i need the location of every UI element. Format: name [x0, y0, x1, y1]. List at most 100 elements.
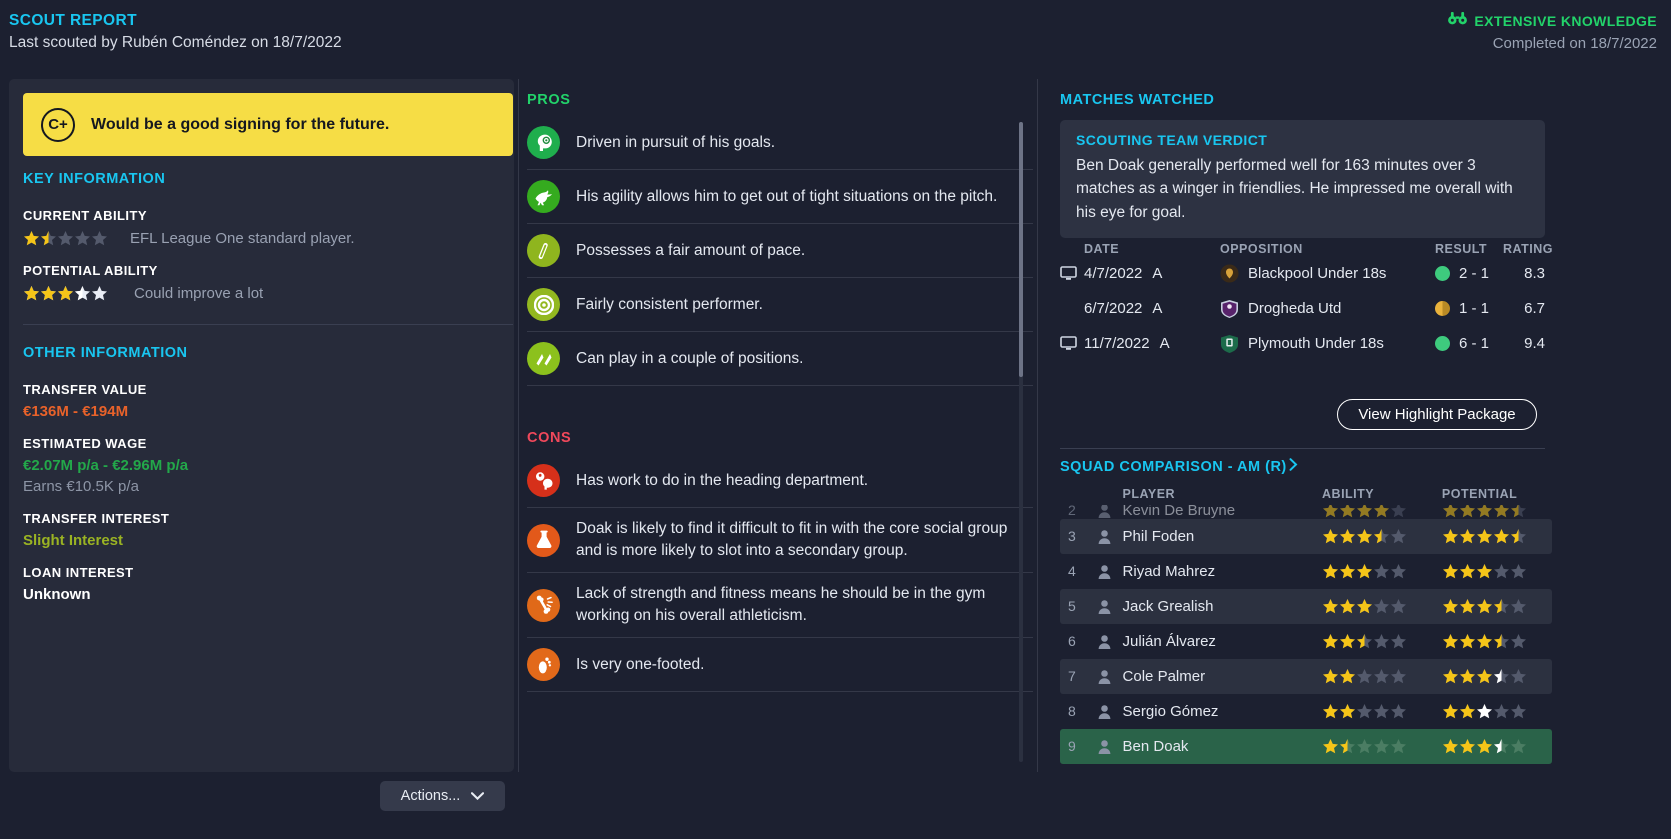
- loan-interest: Unknown: [23, 586, 91, 603]
- pros-list: Driven in pursuit of his goals. His agili…: [527, 116, 1033, 386]
- scouted-by-text: Last scouted by Rubén Coméndez on 18/7/2…: [9, 34, 342, 51]
- player-rank: 9: [1068, 738, 1076, 754]
- column-divider-left: [518, 79, 519, 772]
- star-icon: [1442, 668, 1459, 685]
- star-icon: [1476, 563, 1493, 580]
- actions-button[interactable]: Actions...: [380, 781, 505, 811]
- monitor-icon: [1060, 336, 1077, 351]
- star-icon: [40, 230, 57, 247]
- star-icon: [1476, 633, 1493, 650]
- potential-cell: [1442, 598, 1552, 615]
- rank-cell: 7: [1068, 668, 1096, 685]
- star-icon: [1373, 505, 1390, 519]
- star-icon: [1356, 528, 1373, 545]
- squad-comparison-heading: SQUAD COMPARISON - AM (R): [1060, 458, 1287, 475]
- player-name: Riyad Mahrez: [1122, 563, 1216, 580]
- table-row[interactable]: 7 Cole Palmer: [1060, 659, 1552, 694]
- pros-cons-item: Is very one-footed.: [527, 638, 1033, 692]
- table-row[interactable]: 9 Ben Doak: [1060, 729, 1552, 764]
- table-row[interactable]: 4/7/2022 A Blackpool Under 18s 2 - 1 8.3: [1060, 256, 1545, 291]
- opposition-name: Plymouth Under 18s: [1248, 335, 1384, 352]
- table-row[interactable]: 4 Riyad Mahrez: [1060, 554, 1552, 589]
- star-icon: [1510, 633, 1527, 650]
- pros-cons-item: Doak is likely to find it difficult to f…: [527, 508, 1033, 573]
- agility-cheetah-icon: [527, 180, 560, 213]
- star-icon: [1476, 703, 1493, 720]
- potential-stars: [1442, 668, 1552, 685]
- pros-cons-text: Lack of strength and fitness means he sh…: [576, 585, 986, 624]
- match-rating: 8.3: [1524, 265, 1545, 282]
- player-avatar-icon: [1096, 668, 1113, 685]
- star-icon: [1322, 668, 1339, 685]
- star-icon: [1390, 505, 1407, 519]
- estimated-wage-block: ESTIMATED WAGE €2.07M p/a - €2.96M p/a E…: [23, 436, 513, 495]
- potential-cell: [1442, 633, 1552, 650]
- star-icon: [1442, 563, 1459, 580]
- star-icon: [1390, 598, 1407, 615]
- matches-table-header: DATE OPPOSITION RESULT RATING: [1060, 242, 1553, 256]
- star-icon: [1510, 505, 1527, 519]
- star-icon: [1510, 598, 1527, 615]
- key-information-heading: KEY INFORMATION: [23, 171, 166, 187]
- transfer-interest-block: TRANSFER INTEREST Slight Interest: [23, 511, 513, 549]
- potential-stars: [1442, 563, 1552, 580]
- ability-stars: [1322, 528, 1442, 545]
- table-row[interactable]: 8 Sergio Gómez: [1060, 694, 1552, 729]
- rank-cell: 4: [1068, 563, 1096, 580]
- other-information-block: OTHER INFORMATION TRANSFER VALUE €136M -…: [23, 345, 513, 603]
- table-row[interactable]: 3 Phil Foden: [1060, 519, 1552, 554]
- star-icon: [1459, 703, 1476, 720]
- player-name: Sergio Gómez: [1122, 703, 1219, 720]
- star-icon: [1442, 505, 1459, 519]
- key-info-body: KEY INFORMATION CURRENT ABILITY EFL Leag…: [23, 171, 513, 603]
- table-row[interactable]: 11/7/2022 A Plymouth Under 18s 6 - 1 9.4: [1060, 326, 1545, 361]
- loan-interest-label: LOAN INTEREST: [23, 565, 134, 580]
- view-highlight-package-button[interactable]: View Highlight Package: [1337, 399, 1537, 430]
- star-icon: [1493, 668, 1510, 685]
- star-icon: [1373, 738, 1390, 755]
- right-section-divider: [1060, 448, 1545, 449]
- column-header-potential: POTENTIAL: [1441, 487, 1518, 501]
- table-row[interactable]: 5 Jack Grealish: [1060, 589, 1552, 624]
- star-icon: [74, 230, 91, 247]
- match-date-cell: 4/7/2022 A: [1060, 265, 1220, 282]
- ability-cell: [1322, 738, 1442, 755]
- star-icon: [1322, 703, 1339, 720]
- column-header-opposition: OPPOSITION: [1220, 242, 1303, 256]
- rank-cell: 9: [1068, 738, 1096, 755]
- match-venue: A: [1152, 300, 1163, 317]
- completed-date: Completed on 18/7/2022: [1492, 35, 1657, 52]
- pros-cons-item: Lack of strength and fitness means he sh…: [527, 573, 1033, 638]
- column-header-player: PLAYER: [1122, 487, 1176, 501]
- table-row[interactable]: 6/7/2022 A Drogheda Utd 1 - 1 6.7: [1060, 291, 1545, 326]
- star-icon: [1356, 505, 1373, 519]
- other-information-heading: OTHER INFORMATION: [23, 345, 188, 361]
- opposition-cell: Drogheda Utd: [1220, 299, 1435, 318]
- chevron-down-icon: [471, 788, 485, 804]
- matches-watched-heading: MATCHES WATCHED: [1060, 92, 1215, 108]
- match-score: 6 - 1: [1459, 335, 1490, 352]
- squad-comparison-link[interactable]: SQUAD COMPARISON - AM (R): [1060, 458, 1298, 475]
- header-right: EXTENSIVE KNOWLEDGE Completed on 18/7/20…: [1448, 12, 1657, 52]
- star-icon: [1390, 563, 1407, 580]
- table-row[interactable]: 2 Kevin De Bruyne: [1060, 505, 1552, 519]
- star-icon: [1322, 598, 1339, 615]
- heading-ball-icon: [527, 464, 560, 497]
- ability-cell: [1322, 703, 1442, 720]
- star-icon: [1322, 738, 1339, 755]
- player-cell: Julián Álvarez: [1096, 633, 1322, 650]
- column-header-result: RESULT: [1435, 242, 1488, 256]
- player-cell: Phil Foden: [1096, 528, 1322, 545]
- pros-cons-item: Fairly consistent performer.: [527, 278, 1033, 332]
- potential-ability-label: POTENTIAL ABILITY: [23, 263, 158, 278]
- player-cell: Riyad Mahrez: [1096, 563, 1322, 580]
- star-icon: [1493, 505, 1510, 519]
- star-icon: [1510, 703, 1527, 720]
- table-row[interactable]: 6 Julián Álvarez: [1060, 624, 1552, 659]
- match-date-cell: 11/7/2022 A: [1060, 335, 1220, 352]
- star-icon: [1493, 633, 1510, 650]
- star-icon: [1373, 598, 1390, 615]
- star-icon: [1339, 563, 1356, 580]
- player-name: Cole Palmer: [1122, 668, 1206, 685]
- pros-cons-scrollbar-thumb[interactable]: [1019, 122, 1023, 377]
